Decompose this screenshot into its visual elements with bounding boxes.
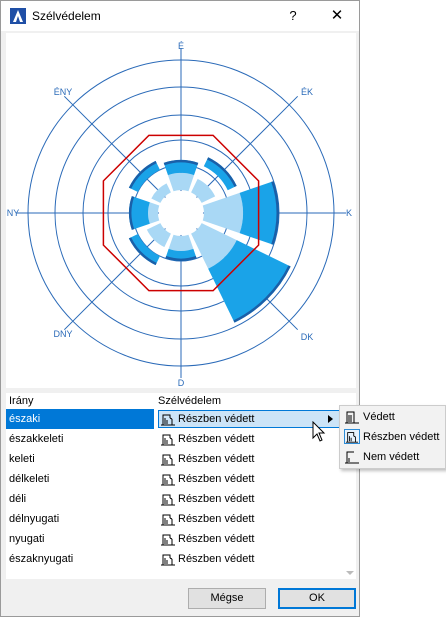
partially-protected-icon bbox=[161, 554, 175, 566]
protection-cell[interactable]: Részben védett bbox=[158, 490, 340, 508]
table-row[interactable]: délnyugati Részben védett bbox=[6, 509, 344, 529]
mouse-cursor-icon bbox=[312, 421, 326, 442]
partially-protected-icon bbox=[161, 534, 175, 546]
table-row[interactable]: déli Részben védett bbox=[6, 489, 344, 509]
col-header-direction: Irány bbox=[9, 395, 34, 407]
ok-button[interactable]: OK bbox=[278, 588, 356, 609]
partially-protected-icon bbox=[161, 494, 175, 506]
protection-cell[interactable]: Részben védett bbox=[158, 530, 340, 548]
row-direction: északnyugati bbox=[9, 553, 74, 565]
partially-protected-icon bbox=[344, 429, 360, 444]
direction-label: D bbox=[178, 378, 185, 388]
table-row[interactable]: északnyugati Részben védett bbox=[6, 549, 344, 569]
row-direction: nyugati bbox=[9, 533, 45, 545]
direction-label: K bbox=[346, 208, 352, 218]
wind-rose-panel: É ÉK K DK D DNY NY ÉNY bbox=[6, 33, 356, 388]
menu-item-protected[interactable]: Védett bbox=[341, 407, 445, 427]
table-header: Irány Szélvédelem bbox=[6, 393, 356, 409]
direction-table: Irány Szélvédelem északi Részben védett … bbox=[6, 393, 356, 579]
direction-label: ÉK bbox=[301, 87, 313, 97]
menu-item-partially-protected[interactable]: Részben védett bbox=[341, 427, 445, 447]
protection-cell[interactable]: Részben védett bbox=[158, 550, 340, 568]
direction-label: ÉNY bbox=[54, 87, 73, 97]
cancel-button[interactable]: Mégse bbox=[188, 588, 266, 609]
protection-menu: Védett Részben védett Nem védett bbox=[339, 405, 446, 469]
partially-protected-icon bbox=[161, 414, 175, 426]
wind-rose: É ÉK K DK D DNY NY ÉNY bbox=[7, 41, 352, 388]
row-protection: Részben védett bbox=[178, 433, 255, 445]
partially-protected-icon bbox=[161, 514, 175, 526]
table-row[interactable]: nyugati Részben védett bbox=[6, 529, 344, 549]
direction-label: DK bbox=[301, 332, 314, 342]
row-direction: keleti bbox=[9, 453, 35, 465]
protection-cell[interactable]: Részben védett bbox=[158, 510, 340, 528]
wind-sector-inner bbox=[167, 173, 195, 192]
protected-icon bbox=[345, 411, 359, 424]
title-bar: Szélvédelem ? ✕ bbox=[1, 1, 359, 31]
close-button[interactable]: ✕ bbox=[325, 5, 349, 27]
app-icon bbox=[10, 8, 26, 24]
row-protection: Részben védett bbox=[178, 493, 255, 505]
row-direction: délnyugati bbox=[9, 513, 60, 525]
row-direction: északi bbox=[9, 413, 41, 425]
row-protection: Részben védett bbox=[178, 453, 255, 465]
help-button[interactable]: ? bbox=[281, 5, 305, 27]
table-row[interactable]: délkeleti Részben védett bbox=[6, 469, 344, 489]
table-row[interactable]: északkeleti Részben védett bbox=[6, 429, 344, 449]
direction-label: É bbox=[178, 41, 184, 51]
menu-item-unprotected[interactable]: Nem védett bbox=[341, 447, 445, 467]
row-direction: délkeleti bbox=[9, 473, 50, 485]
menu-item-label: Védett bbox=[363, 411, 395, 423]
col-header-protection: Szélvédelem bbox=[158, 395, 221, 407]
protection-cell[interactable]: Részben védett bbox=[158, 470, 340, 488]
row-protection: Részben védett bbox=[178, 533, 255, 545]
row-protection: Részben védett bbox=[178, 473, 255, 485]
window-title: Szélvédelem bbox=[32, 9, 101, 23]
partially-protected-icon bbox=[161, 474, 175, 486]
menu-item-label: Nem védett bbox=[363, 451, 420, 463]
center-hole bbox=[159, 191, 203, 235]
wind-protection-dialog: Szélvédelem ? ✕ É ÉK K DK D DNY NY ÉNY Irány Sz… bbox=[0, 0, 360, 617]
row-protection: Részben védett bbox=[178, 413, 255, 425]
direction-label: DNY bbox=[53, 329, 72, 339]
direction-label: NY bbox=[7, 208, 20, 218]
row-protection: Részben védett bbox=[178, 513, 255, 525]
submenu-arrow-icon bbox=[328, 415, 333, 423]
partially-protected-icon bbox=[161, 454, 175, 466]
unprotected-icon bbox=[345, 451, 359, 464]
row-protection: Részben védett bbox=[178, 553, 255, 565]
partially-protected-icon bbox=[161, 434, 175, 446]
menu-item-label: Részben védett bbox=[363, 431, 440, 443]
table-row[interactable]: északi Részben védett bbox=[6, 409, 344, 429]
table-row[interactable]: keleti Részben védett bbox=[6, 449, 344, 469]
wind-sector-inner bbox=[168, 234, 194, 252]
protection-cell[interactable]: Részben védett bbox=[158, 450, 340, 468]
scroll-down-icon[interactable] bbox=[346, 571, 354, 575]
wind-sector-inner bbox=[147, 202, 160, 224]
row-direction: déli bbox=[9, 493, 27, 505]
row-direction: északkeleti bbox=[9, 433, 64, 445]
